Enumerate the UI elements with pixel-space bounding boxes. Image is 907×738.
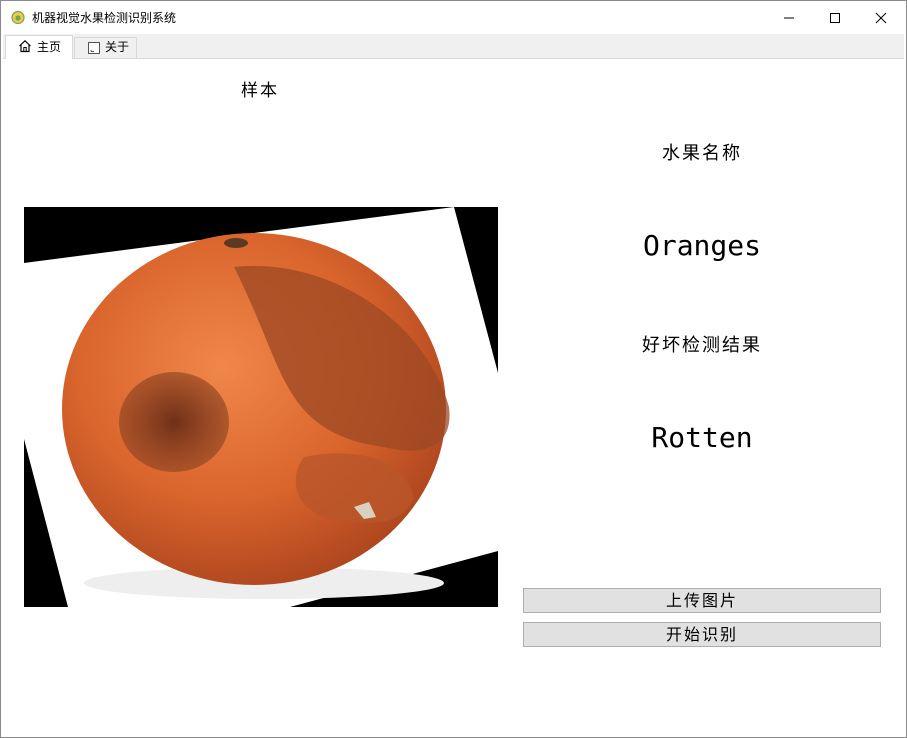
tab-about-label: 关于 (105, 40, 130, 54)
quality-result-value: Rotten (651, 421, 753, 454)
tab-about[interactable]: 关于 (74, 37, 137, 58)
fruit-name-label: 水果名称 (662, 143, 742, 164)
fruit-app-icon (11, 10, 25, 24)
close-icon (875, 12, 887, 24)
fruit-name-value: Oranges (642, 229, 761, 262)
sample-image (24, 207, 498, 607)
orange-photo (24, 207, 498, 607)
tab-home[interactable]: 主页 (5, 35, 73, 59)
upload-image-button[interactable]: 上传图片 (523, 588, 881, 613)
tab-home-label: 主页 (37, 40, 62, 54)
start-recognition-button[interactable]: 开始识别 (523, 622, 881, 647)
minimize-icon (784, 17, 794, 19)
maximize-button[interactable] (812, 1, 858, 34)
window-title: 机器视觉水果检测识别系统 (32, 11, 177, 25)
close-button[interactable] (858, 1, 904, 34)
sample-label: 样本 (241, 81, 279, 101)
tab-bar: 主页 关于 (3, 34, 904, 59)
document-icon (88, 42, 100, 54)
title-bar[interactable]: 机器视觉水果检测识别系统 (1, 1, 906, 34)
maximize-icon (830, 13, 840, 23)
quality-result-label: 好坏检测结果 (642, 335, 762, 356)
home-icon (19, 39, 31, 53)
app-window: 机器视觉水果检测识别系统 主页 关于 样本 水果名称 Oranges 好坏检测结… (0, 0, 907, 738)
minimize-button[interactable] (766, 1, 812, 34)
